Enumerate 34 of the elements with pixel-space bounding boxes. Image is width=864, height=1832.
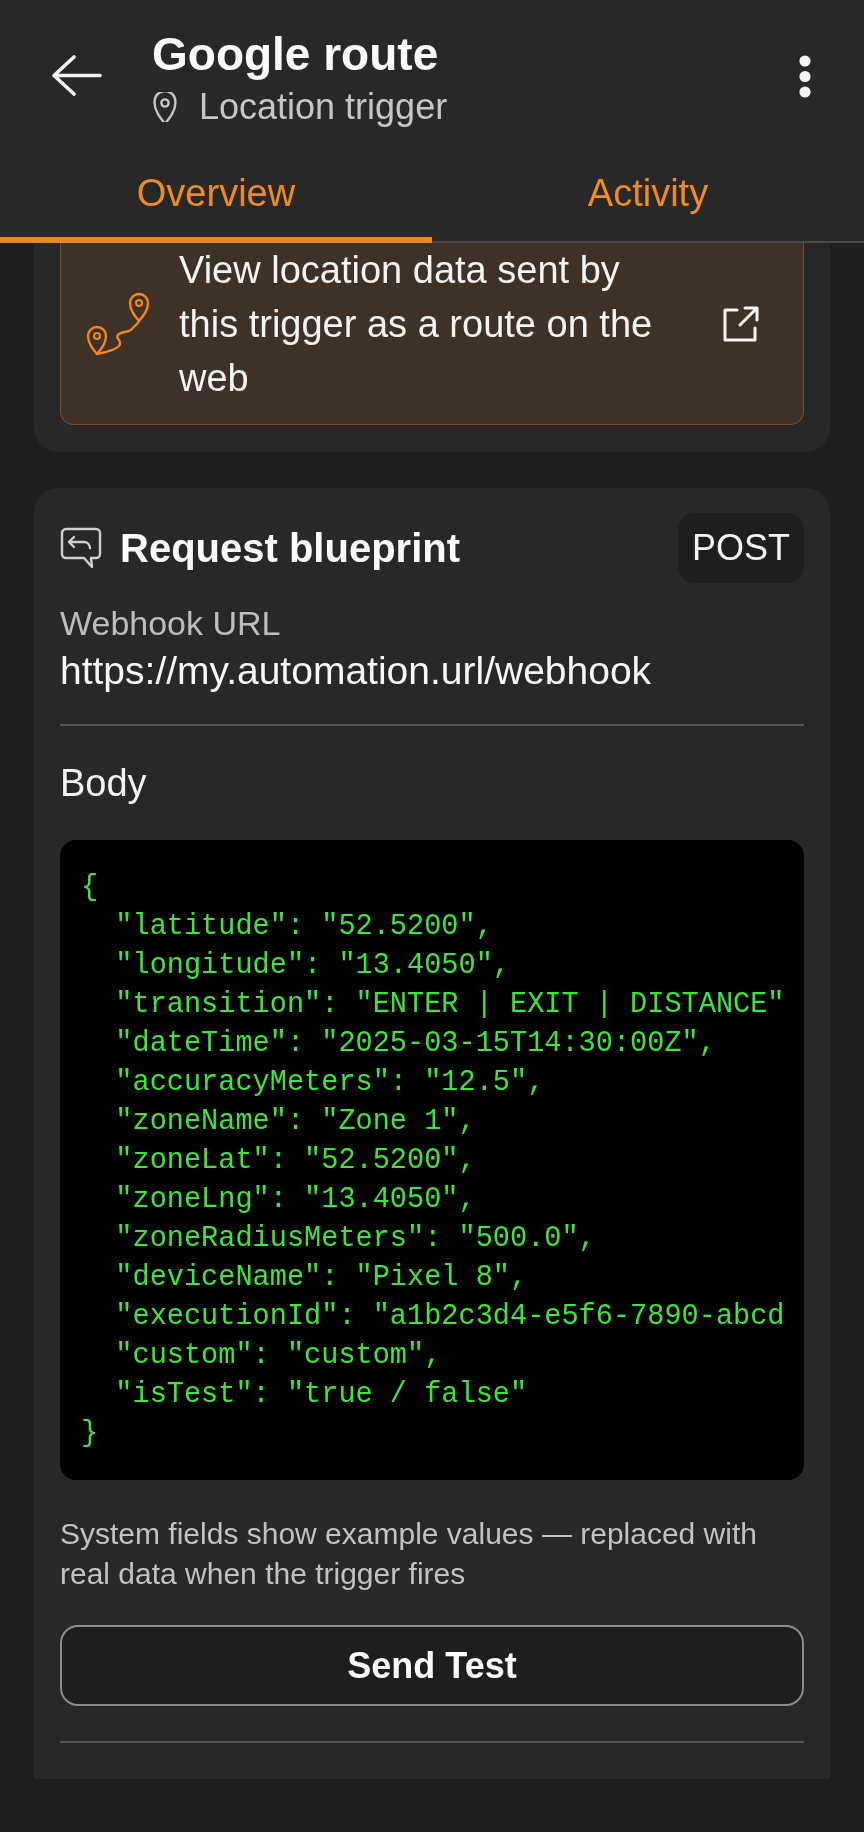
code-line: "zoneLat": "52.5200", xyxy=(114,1143,477,1179)
hint-text: System fields show example values — replaced with real data when the trigger fires xyxy=(60,1516,758,1592)
code-line: "zoneLng": "13.4050", xyxy=(114,1182,477,1218)
code-line: "dateTime": "2025-03-15T14:30:00Z", xyxy=(114,1026,717,1062)
tab[interactable]: Activity xyxy=(432,128,864,243)
code-line: "isTest": "true / false" xyxy=(114,1377,529,1413)
code-line: "accuracyMeters": "12.5", xyxy=(114,1065,546,1101)
code-line: "deviceName": "Pixel 8", xyxy=(114,1260,529,1296)
code-line: "transition": "ENTER | EXIT | DISTANCE" xyxy=(114,987,786,1023)
code-line: "zoneRadiusMeters": "500.0", xyxy=(114,1221,597,1257)
code-line: "executionId": "a1b2c3d4-e5f6-7890-abcd xyxy=(114,1299,786,1335)
code-line: "longitude": "13.4050", xyxy=(114,948,511,984)
more-button[interactable] xyxy=(799,55,811,98)
section-label: Body xyxy=(60,761,148,806)
webhook-url: https://my.automation.url/webhook xyxy=(60,648,653,694)
screen-title: Google route xyxy=(152,28,440,81)
code-line: { xyxy=(81,870,100,906)
route-link[interactable]: View location data sent by this trigger as a route on the web xyxy=(60,243,804,425)
code-line: "latitude": "52.5200", xyxy=(114,909,494,945)
location-pin-icon xyxy=(152,91,178,122)
back-button[interactable] xyxy=(52,55,102,96)
screen-subtitle: Location trigger xyxy=(199,85,448,128)
code-line: "zoneName": "Zone 1", xyxy=(114,1104,477,1140)
field-label: Webhook URL xyxy=(60,603,282,644)
speech-bubble-icon xyxy=(60,527,102,569)
external-link-icon xyxy=(722,306,760,342)
back-arrow-icon xyxy=(52,55,102,96)
send-test-button[interactable]: Send Test xyxy=(60,1625,804,1706)
route-pins-icon xyxy=(85,290,151,358)
code-line: } xyxy=(81,1416,100,1452)
card-title: Request blueprint xyxy=(120,525,461,572)
method-badge: POST xyxy=(678,513,804,583)
three-dots-icon xyxy=(799,55,811,98)
code-line: "custom": "custom", xyxy=(114,1338,443,1374)
